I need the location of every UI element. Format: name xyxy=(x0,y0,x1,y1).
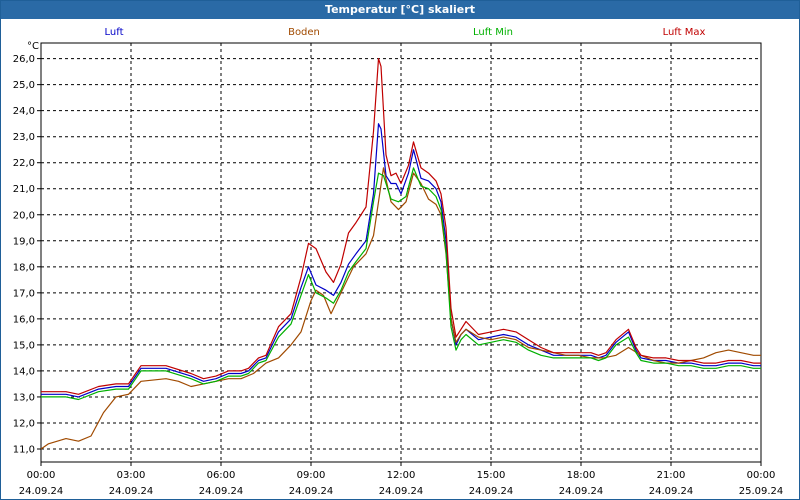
y-tick-label: 22,0 xyxy=(13,158,35,169)
y-tick-label: 15,0 xyxy=(13,340,35,351)
y-tick-label: 20,0 xyxy=(13,210,35,221)
x-tick-date: 24.09.24 xyxy=(109,486,154,497)
y-tick-label: 18,0 xyxy=(13,262,35,273)
y-tick-label: 17,0 xyxy=(13,288,35,299)
y-tick-label: 24,0 xyxy=(13,106,35,117)
x-tick-time: 12:00 xyxy=(387,470,416,481)
x-tick-time: 00:00 xyxy=(27,470,56,481)
y-tick-label: 25,0 xyxy=(13,80,35,91)
legend-boden: Boden xyxy=(288,27,320,38)
x-tick-time: 15:00 xyxy=(477,470,506,481)
x-tick-time: 03:00 xyxy=(117,470,146,481)
y-tick-label: 11,0 xyxy=(13,444,35,455)
legend-luft: Luft xyxy=(105,27,124,38)
x-tick-date: 24.09.24 xyxy=(289,486,334,497)
y-axis-unit: °C xyxy=(27,41,39,52)
x-tick-date: 24.09.24 xyxy=(559,486,604,497)
legend: Luft Boden Luft Min Luft Max xyxy=(105,27,706,38)
x-tick-time: 21:00 xyxy=(657,470,686,481)
y-tick-label: 21,0 xyxy=(13,184,35,195)
y-tick-label: 12,0 xyxy=(13,418,35,429)
x-tick-date: 24.09.24 xyxy=(199,486,244,497)
x-tick-time: 18:00 xyxy=(567,470,596,481)
x-tick-time: 09:00 xyxy=(297,470,326,481)
x-tick-time: 06:00 xyxy=(207,470,236,481)
x-tick-time: 00:00 xyxy=(747,470,776,481)
y-tick-label: 26,0 xyxy=(13,54,35,65)
x-tick-date: 24.09.24 xyxy=(379,486,424,497)
x-tick-date: 24.09.24 xyxy=(649,486,694,497)
y-tick-label: 16,0 xyxy=(13,314,35,325)
chart-window: Temperatur [°C] skaliert 11,0 12,0 13,0 14,… xyxy=(0,0,800,500)
temperature-chart: 11,0 12,0 13,0 14,0 15,0 16,0 17,0 18,0 19,0 20,0… xyxy=(13,27,784,497)
axes: 11,0 12,0 13,0 14,0 15,0 16,0 17,0 18,0 19,0 20,0… xyxy=(13,41,784,497)
y-tick-label: 23,0 xyxy=(13,132,35,143)
y-tick-label: 14,0 xyxy=(13,366,35,377)
y-tick-label: 13,0 xyxy=(13,392,35,403)
x-tick-date: 24.09.24 xyxy=(19,486,64,497)
legend-luft-min: Luft Min xyxy=(473,27,513,38)
legend-luft-max: Luft Max xyxy=(663,27,706,38)
grid xyxy=(40,42,762,463)
y-tick-label: 19,0 xyxy=(13,236,35,247)
x-tick-date: 24.09.24 xyxy=(469,486,514,497)
x-tick-date: 25.09.24 xyxy=(739,486,784,497)
